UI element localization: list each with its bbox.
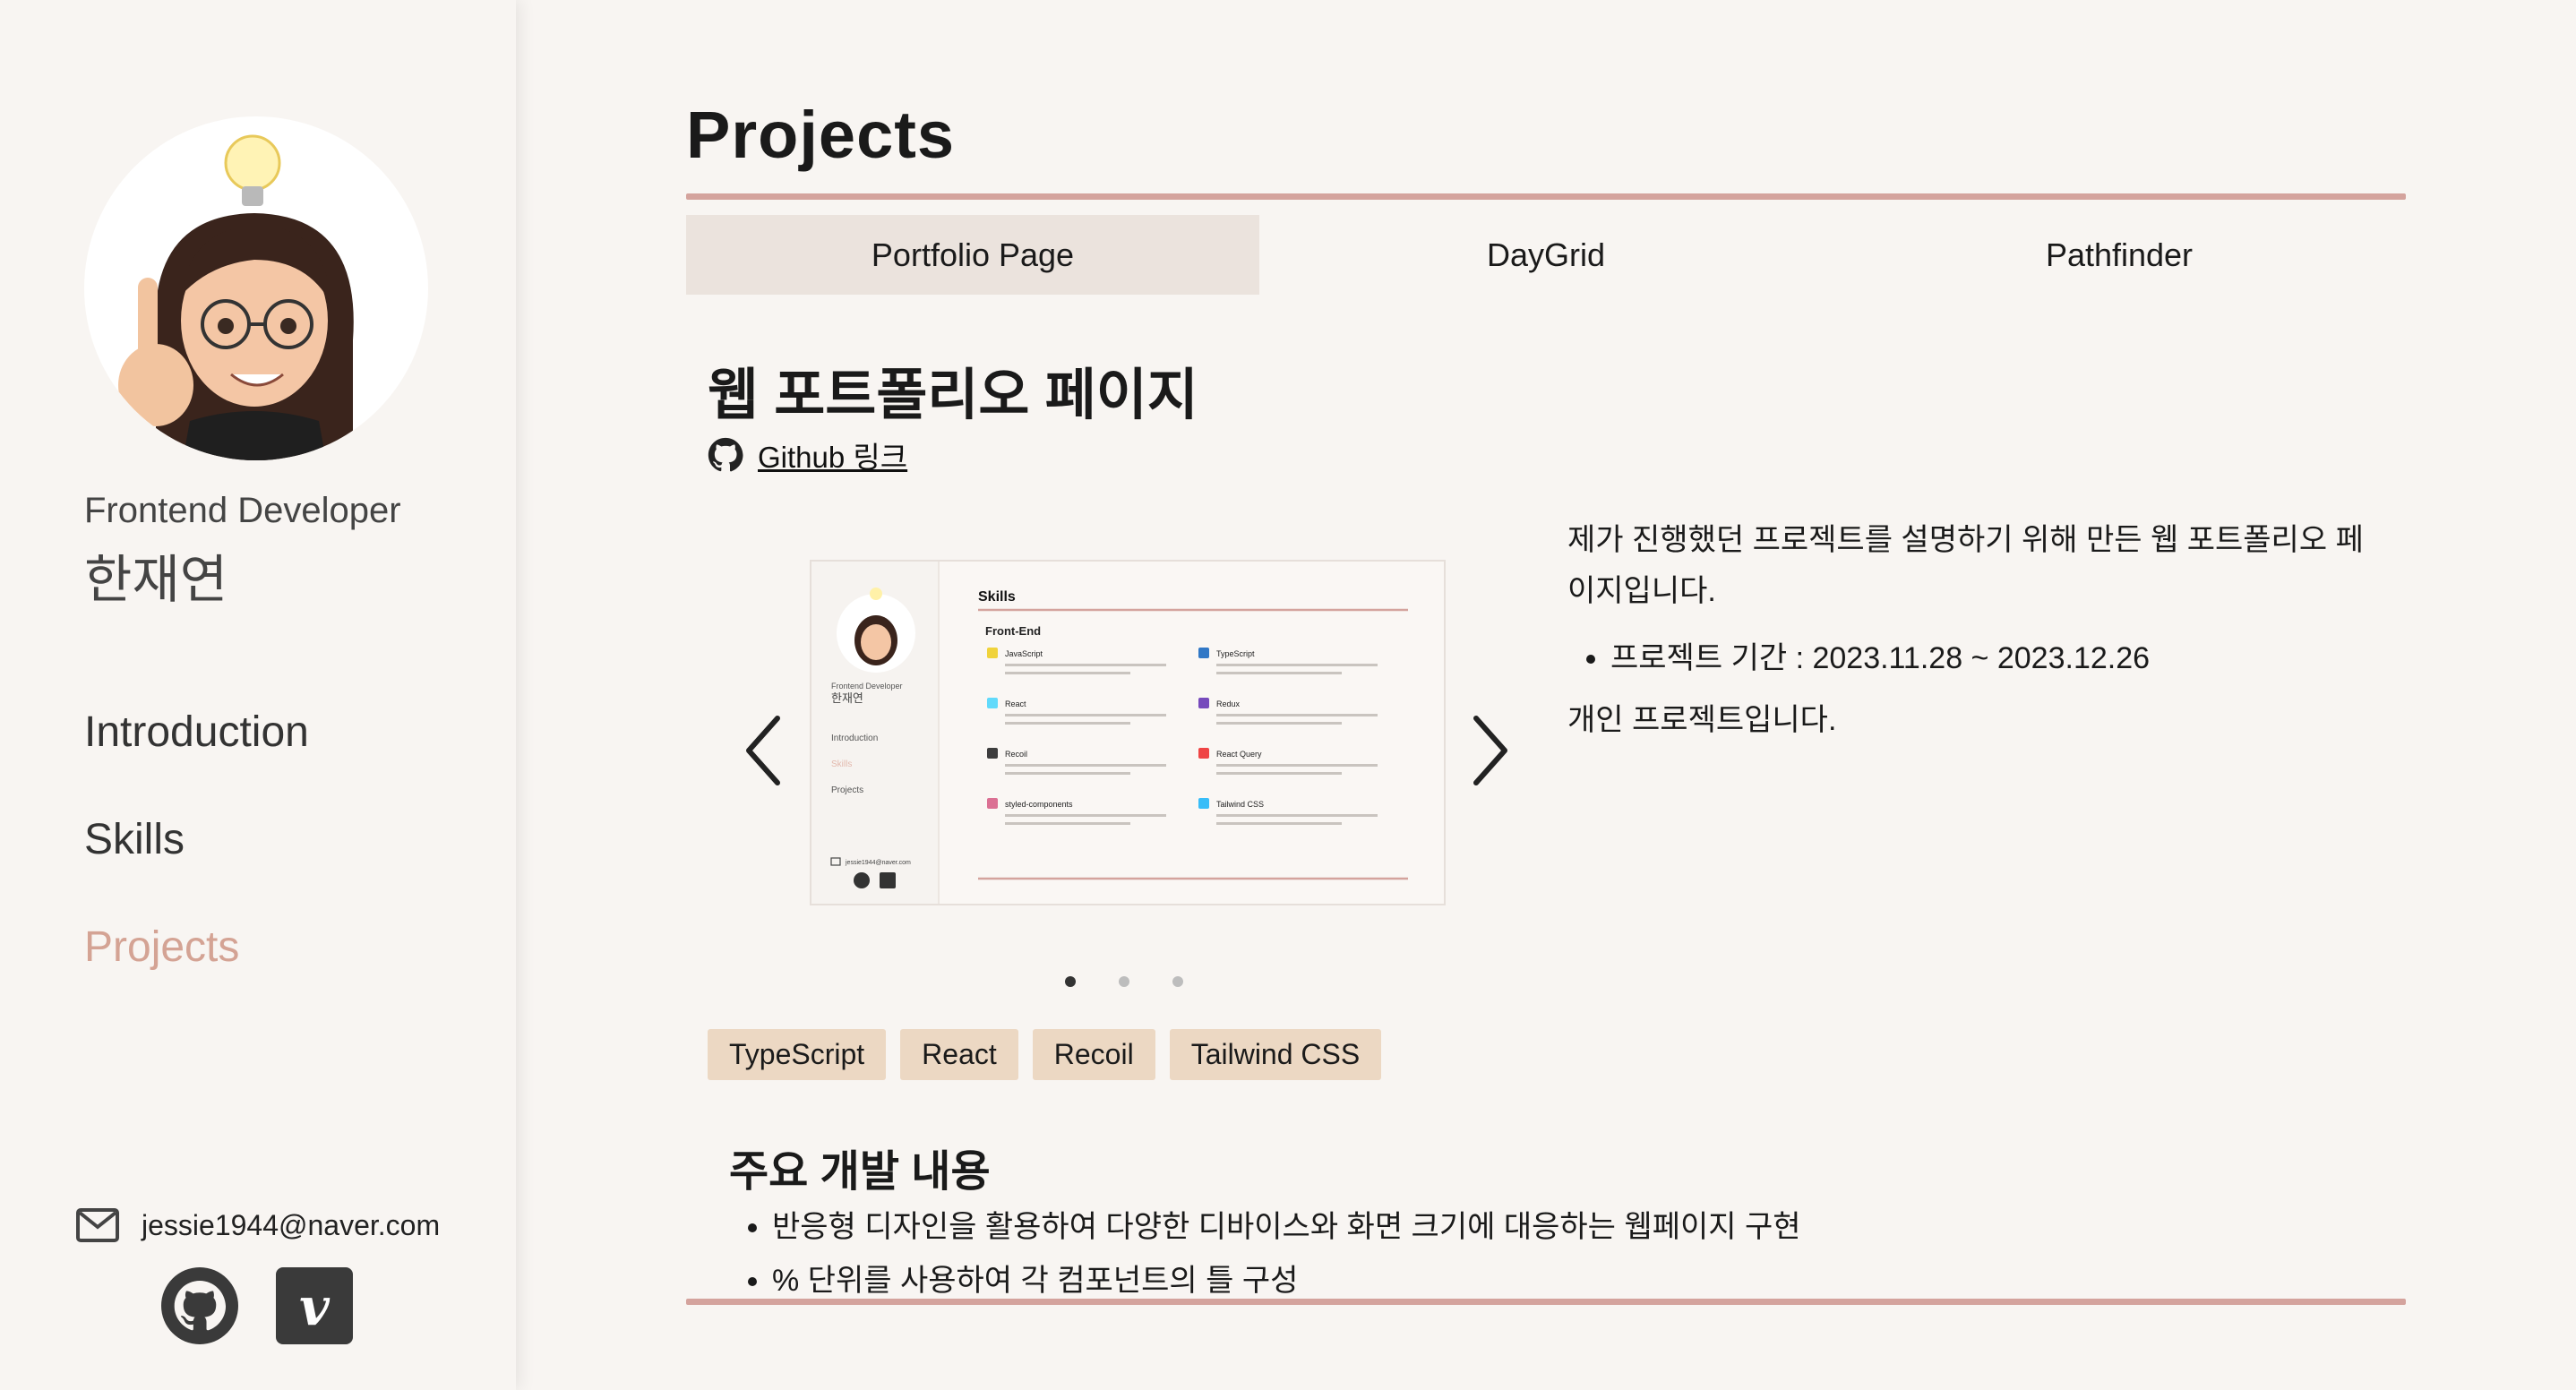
tab-portfolio-page[interactable]: Portfolio Page	[686, 215, 1259, 295]
project-note: 개인 프로젝트입니다.	[1567, 703, 1837, 737]
mini-skill-text-line	[1005, 764, 1166, 767]
profile-role: Frontend Developer	[84, 491, 401, 530]
mini-skill-text-line	[1216, 672, 1342, 674]
mini-skill-icon	[1198, 798, 1209, 809]
dev-list: 반응형 디자인을 활용하여 다양한 디바이스와 화면 크기에 대응하는 웹페이지…	[729, 1200, 1801, 1302]
svg-text:Introduction: Introduction	[831, 734, 878, 743]
svg-text:Projects: Projects	[831, 785, 863, 795]
mini-skill-label: Tailwind CSS	[1216, 800, 1264, 809]
nav-item-skills[interactable]: Skills	[84, 815, 185, 864]
carousel-dot-3[interactable]	[1172, 976, 1183, 987]
velog-icon[interactable]: v	[276, 1267, 353, 1344]
svg-text:Frontend Developer: Frontend Developer	[831, 682, 903, 691]
svg-text:한재연: 한재연	[831, 691, 863, 705]
mail-icon	[76, 1208, 119, 1242]
github-link-text[interactable]: Github 링크	[758, 433, 907, 476]
contact-email[interactable]: jessie1944@naver.com	[75, 1207, 440, 1243]
carousel-dot-2[interactable]	[1119, 976, 1129, 987]
mini-skill-text-line	[1005, 814, 1166, 817]
carousel-prev-button[interactable]	[736, 713, 790, 788]
github-link[interactable]: Github 링크	[708, 433, 907, 476]
mini-skill-text-line	[1216, 772, 1342, 775]
project-title: 웹 포트폴리오 페이지	[708, 365, 1198, 426]
dev-item: 반응형 디자인을 활용하여 다양한 디바이스와 화면 크기에 대응하는 웹페이지…	[772, 1200, 1801, 1254]
carousel-dot-1[interactable]	[1065, 976, 1076, 987]
tag-tailwind-css: Tailwind CSS	[1169, 1029, 1382, 1080]
mini-skill-label: React Query	[1216, 750, 1262, 759]
mini-skill-icon	[987, 698, 998, 708]
tag-react: React	[900, 1029, 1018, 1080]
sidebar: Frontend Developer 한재연 Introduction Skil…	[0, 0, 516, 1390]
mini-skill-icon	[1198, 648, 1209, 658]
project-period: 프로젝트 기간 : 2023.11.28 ~ 2023.12.26	[1610, 633, 2374, 684]
mini-skill-text-line	[1005, 822, 1130, 825]
svg-text:Skills: Skills	[978, 589, 1016, 605]
tech-tags: TypeScript React Recoil Tailwind CSS	[708, 1029, 1382, 1080]
tag-recoil: Recoil	[1032, 1029, 1155, 1080]
svg-text:Skills: Skills	[831, 759, 852, 769]
tab-daygrid[interactable]: DayGrid	[1259, 215, 1833, 295]
svg-text:v: v	[299, 1276, 331, 1337]
email-text: jessie1944@naver.com	[142, 1208, 441, 1241]
project-tabs: Portfolio Page DayGrid Pathfinder	[686, 215, 2406, 295]
mini-skill-icon	[987, 648, 998, 658]
svg-text:Front-End: Front-End	[985, 624, 1041, 638]
dev-section-viewport[interactable]: 반응형 디자인을 활용하여 다양한 디바이스와 화면 크기에 대응하는 웹페이지…	[686, 1191, 2406, 1302]
svg-text:jessie1944@naver.com: jessie1944@naver.com	[845, 860, 911, 866]
mini-skill-label: JavaScript	[1005, 649, 1043, 658]
github-icon	[708, 437, 743, 472]
mini-skill-icon	[987, 798, 998, 809]
mini-skill-label: styled-components	[1005, 800, 1073, 809]
avatar	[84, 116, 428, 460]
carousel-next-button[interactable]	[1464, 713, 1517, 788]
social-links: v	[161, 1267, 353, 1344]
chevron-left-icon	[746, 716, 780, 785]
mini-skill-text-line	[1216, 714, 1378, 716]
dev-item: % 단위를 사용하여 각 컴포넌트의 틀 구성	[772, 1254, 1801, 1302]
memoji-avatar-image	[118, 134, 354, 460]
nav-item-introduction[interactable]: Introduction	[84, 708, 309, 757]
page-title: Projects	[686, 98, 956, 172]
tag-typescript: TypeScript	[708, 1029, 887, 1080]
mini-skill-icon	[1198, 748, 1209, 759]
mini-skill-text-line	[1005, 714, 1166, 716]
carousel-slide-screenshot[interactable]: Frontend Developer 한재연 Introduction Skil…	[810, 560, 1446, 905]
mini-skill-label: React	[1005, 699, 1026, 708]
title-divider	[686, 193, 2406, 200]
mini-skill-text-line	[1005, 772, 1130, 775]
profile-name: 한재연	[84, 551, 228, 609]
portfolio-screenshot-image: Frontend Developer 한재연 Introduction Skil…	[811, 562, 1408, 904]
mini-skill-text-line	[1216, 764, 1378, 767]
chevron-right-icon	[1473, 716, 1507, 785]
mini-skill-icon	[1198, 698, 1209, 708]
mini-skill-text-line	[1216, 822, 1342, 825]
mini-skill-label: TypeScript	[1216, 649, 1255, 658]
dev-section-title: 주요 개발 내용	[729, 1148, 991, 1196]
carousel-dots	[1065, 976, 1183, 987]
mini-skill-label: Redux	[1216, 699, 1241, 708]
tab-pathfinder[interactable]: Pathfinder	[1833, 215, 2406, 295]
mini-skill-text-line	[1216, 722, 1342, 725]
mini-skill-text-line	[1005, 672, 1130, 674]
mini-skill-text-line	[1216, 664, 1378, 666]
github-icon[interactable]	[161, 1267, 238, 1344]
description-text: 제가 진행했던 프로젝트를 설명하기 위해 만든 웹 포트폴리오 페이지입니다.	[1567, 523, 2364, 608]
mini-skill-text-line	[1005, 722, 1130, 725]
mini-skill-text-line	[1216, 814, 1378, 817]
mini-skill-icon	[987, 748, 998, 759]
mini-skill-label: Recoil	[1005, 750, 1027, 759]
mini-skill-text-line	[1005, 664, 1166, 666]
project-description: 제가 진행했던 프로젝트를 설명하기 위해 만든 웹 포트폴리오 페이지입니다.…	[1567, 515, 2374, 746]
nav-item-projects[interactable]: Projects	[84, 922, 239, 972]
section-bottom-divider	[686, 1299, 2406, 1305]
